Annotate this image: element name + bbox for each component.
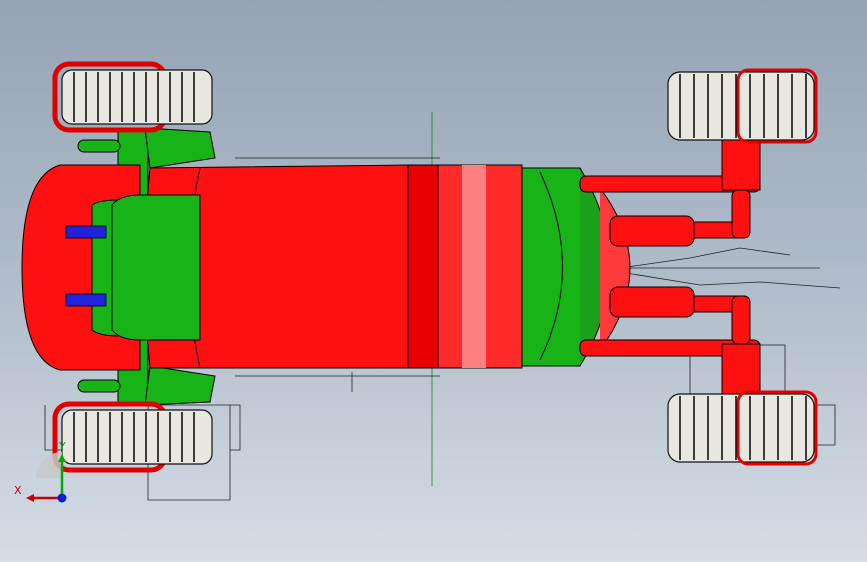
triad-z-dot-icon (57, 493, 67, 503)
axis-triad[interactable] (26, 452, 67, 503)
front-light-left (65, 225, 107, 239)
rear-left-tire (667, 68, 818, 144)
triad-x-label: X (14, 484, 22, 497)
rear-right-tire (667, 390, 818, 466)
front-left-tire (52, 61, 213, 133)
front-right-tire (52, 401, 213, 473)
main-body (111, 164, 631, 369)
front-light-right (65, 293, 107, 307)
cad-3d-viewport[interactable] (0, 0, 867, 562)
triad-y-label: Y (59, 440, 66, 453)
triad-plane-icon (36, 452, 62, 478)
